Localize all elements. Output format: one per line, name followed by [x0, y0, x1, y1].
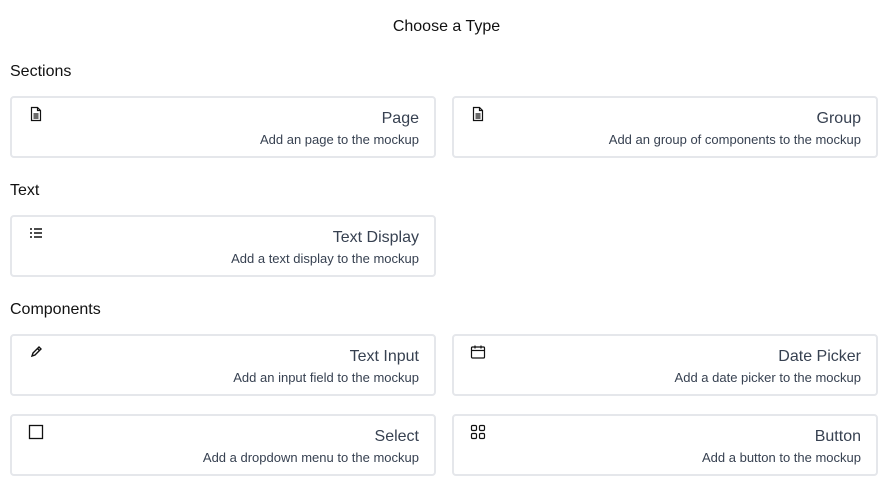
type-card-name: Group	[816, 110, 861, 127]
type-card-name: Text Input	[349, 348, 419, 365]
type-chooser-dialog: Choose a Type Sections Page Add an page …	[0, 0, 893, 487]
type-card-date-picker[interactable]: Date Picker Add a date picker to the moc…	[452, 334, 878, 396]
list-icon	[28, 225, 44, 241]
type-card-description: Add a date picker to the mockup	[674, 370, 861, 385]
document-icon	[470, 106, 486, 122]
document-icon	[28, 106, 44, 122]
type-card-text-display[interactable]: Text Display Add a text display to the m…	[10, 215, 436, 277]
type-card-button[interactable]: Button Add a button to the mockup	[452, 414, 878, 476]
square-icon	[28, 424, 44, 440]
calendar-icon	[470, 344, 486, 360]
type-card-description: Add an group of components to the mockup	[608, 132, 861, 147]
type-card-select[interactable]: Select Add a dropdown menu to the mockup	[10, 414, 436, 476]
type-card-name: Select	[374, 428, 419, 445]
section-label-text: Text	[10, 182, 40, 199]
type-card-description: Add an input field to the mockup	[233, 370, 419, 385]
dialog-title: Choose a Type	[392, 18, 501, 35]
type-card-name: Page	[381, 110, 419, 127]
pencil-icon	[28, 344, 44, 360]
grid-icon	[470, 424, 486, 440]
type-card-name: Text Display	[332, 229, 419, 246]
type-card-name: Button	[814, 428, 861, 445]
type-card-description: Add an page to the mockup	[259, 132, 419, 147]
section-label-components: Components	[10, 301, 101, 318]
type-card-description: Add a text display to the mockup	[231, 251, 419, 266]
section-label-sections: Sections	[10, 63, 72, 80]
type-card-page[interactable]: Page Add an page to the mockup	[10, 96, 436, 158]
type-card-description: Add a button to the mockup	[702, 450, 861, 465]
type-card-group[interactable]: Group Add an group of components to the …	[452, 96, 878, 158]
type-card-description: Add a dropdown menu to the mockup	[202, 450, 419, 465]
type-card-name: Date Picker	[778, 348, 861, 365]
type-card-text-input[interactable]: Text Input Add an input field to the moc…	[10, 334, 436, 396]
